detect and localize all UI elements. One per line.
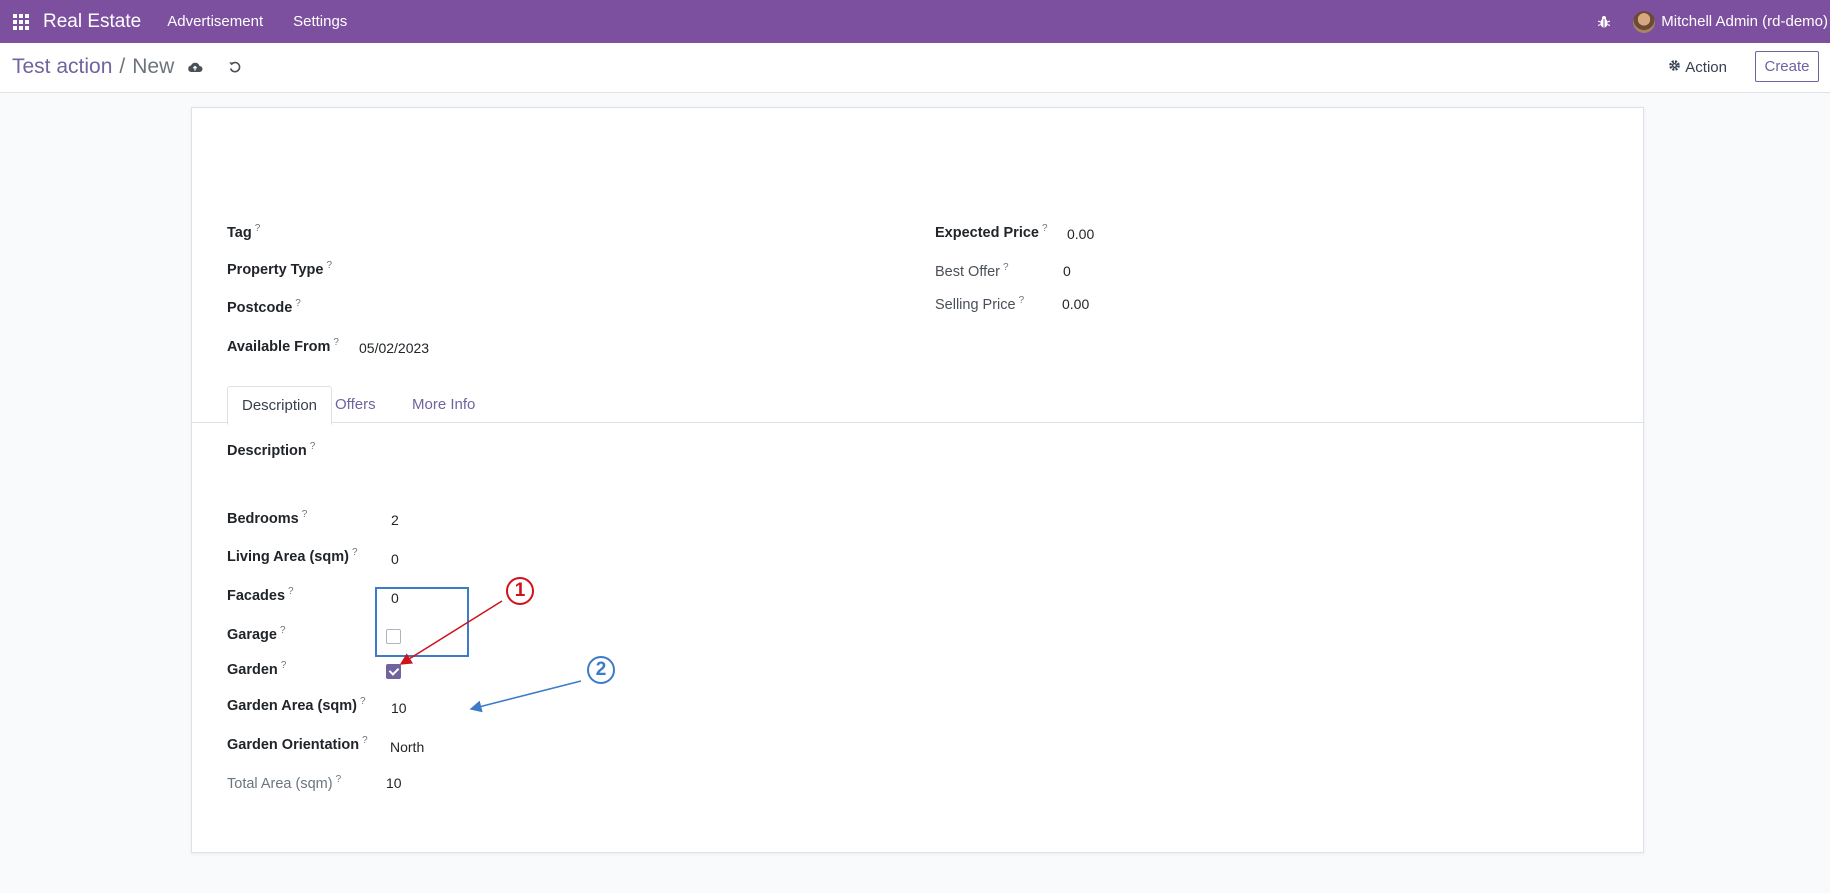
annotation-arrow-2 — [469, 680, 582, 713]
annotation-arrow-1 — [399, 600, 503, 665]
annotation-marker-2: 2 — [587, 656, 615, 684]
annotation-marker-1: 1 — [506, 577, 534, 605]
annotation-arrows — [399, 600, 582, 713]
